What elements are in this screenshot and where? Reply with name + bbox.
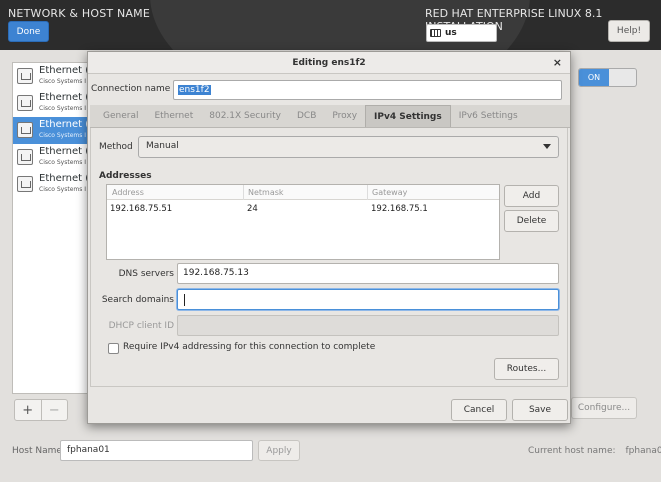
configure-button[interactable]: Configure... — [571, 397, 637, 419]
device-toggle[interactable]: ON — [578, 68, 637, 87]
dialog-title: Editing ens1f2 — [88, 52, 570, 74]
list-item[interactable]: Ethernet (e Cisco Systems I — [13, 117, 97, 144]
method-label: Method — [99, 142, 133, 152]
settings-tabs: General Ethernet 802.1X Security DCB Pro… — [90, 105, 570, 128]
addresses-heading: Addresses — [99, 171, 152, 181]
connection-name-input[interactable]: ens1f2 — [173, 80, 562, 100]
ethernet-icon — [17, 122, 33, 138]
ethernet-icon — [17, 176, 33, 192]
column-netmask[interactable]: Netmask — [243, 185, 284, 200]
ethernet-icon — [17, 149, 33, 165]
require-ipv4-checkbox[interactable] — [108, 343, 119, 354]
current-host-label: Current host name: — [528, 446, 616, 456]
connection-name-label: Connection name — [91, 84, 171, 94]
require-ipv4-label[interactable]: Require IPv4 addressing for this connect… — [123, 342, 375, 352]
current-host-value: fphana01 — [625, 446, 661, 456]
address-cell[interactable]: 192.168.75.51 — [110, 204, 172, 214]
tab-ipv4-settings[interactable]: IPv4 Settings — [365, 105, 451, 127]
dhcp-client-id-input[interactable] — [177, 315, 559, 336]
column-address[interactable]: Address — [112, 188, 144, 197]
text-cursor — [184, 294, 185, 306]
tab-8021x-security[interactable]: 802.1X Security — [201, 105, 289, 127]
ethernet-icon — [17, 95, 33, 111]
addresses-table: Address Netmask Gateway 192.168.75.51 24… — [106, 184, 500, 260]
method-value: Manual — [146, 141, 179, 151]
close-icon[interactable]: × — [553, 56, 562, 69]
ethernet-icon — [17, 68, 33, 84]
current-host-name: Current host name: fphana01 — [528, 446, 661, 456]
list-item[interactable]: Ethernet (e Cisco Systems I — [13, 144, 97, 171]
toggle-on-label: ON — [579, 69, 609, 86]
dns-servers-label: DNS servers — [118, 269, 174, 279]
host-name-label: Host Name: — [12, 446, 65, 456]
help-button[interactable]: Help! — [608, 20, 650, 42]
connection-name-value: ens1f2 — [178, 85, 211, 95]
addresses-table-header: Address Netmask Gateway — [107, 185, 499, 200]
cancel-button[interactable]: Cancel — [451, 399, 507, 421]
page-title: NETWORK & HOST NAME — [8, 7, 150, 20]
add-address-button[interactable]: Add — [504, 185, 559, 207]
search-domains-input[interactable] — [177, 289, 559, 310]
tab-proxy[interactable]: Proxy — [324, 105, 365, 127]
dhcp-client-id-label: DHCP client ID — [108, 321, 174, 331]
chevron-down-icon — [543, 144, 551, 149]
search-domains-label: Search domains — [101, 295, 174, 305]
remove-device-button[interactable]: − — [40, 400, 68, 420]
netmask-cell[interactable]: 24 — [247, 204, 258, 214]
edit-connection-dialog: Editing ens1f2 × Connection name ens1f2 … — [87, 51, 571, 424]
host-name-input[interactable]: fphana01 — [60, 440, 253, 461]
table-row[interactable]: 192.168.75.51 24 192.168.75.1 — [107, 201, 499, 219]
routes-button[interactable]: Routes... — [494, 358, 559, 380]
keyboard-icon — [430, 29, 441, 37]
tab-ipv6-settings[interactable]: IPv6 Settings — [451, 105, 526, 127]
method-select[interactable]: Manual — [138, 136, 559, 158]
tab-general[interactable]: General — [95, 105, 146, 127]
keyboard-layout-indicator[interactable]: us — [426, 24, 497, 42]
dns-servers-input[interactable]: 192.168.75.13 — [177, 263, 559, 284]
device-list-controls: + − — [14, 399, 68, 421]
delete-address-button[interactable]: Delete — [504, 210, 559, 232]
list-item[interactable]: Ethernet (e Cisco Systems I — [13, 171, 97, 198]
keyboard-layout-label: us — [445, 28, 457, 38]
gateway-cell[interactable]: 192.168.75.1 — [371, 204, 428, 214]
list-item[interactable]: Ethernet (e Cisco Systems I — [13, 63, 97, 90]
done-button[interactable]: Done — [8, 21, 49, 42]
add-device-button[interactable]: + — [15, 400, 41, 420]
save-button[interactable]: Save — [512, 399, 568, 421]
tab-dcb[interactable]: DCB — [289, 105, 324, 127]
list-item[interactable]: Ethernet (e Cisco Systems I — [13, 90, 97, 117]
device-list: Ethernet (e Cisco Systems I Ethernet (e … — [12, 62, 97, 394]
tab-ethernet[interactable]: Ethernet — [146, 105, 201, 127]
apply-button[interactable]: Apply — [258, 440, 300, 461]
dialog-title-text: Editing ens1f2 — [292, 57, 366, 68]
column-gateway[interactable]: Gateway — [367, 185, 407, 200]
